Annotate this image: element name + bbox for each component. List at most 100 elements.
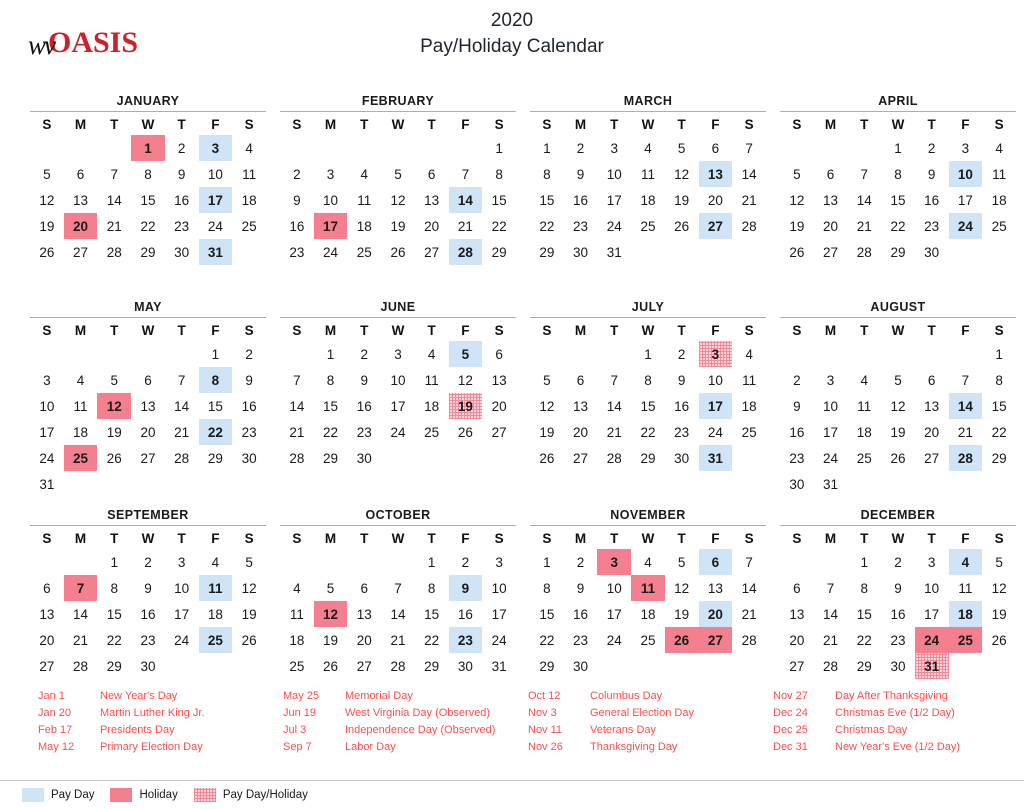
day-cell: 20 (140, 424, 156, 440)
weekday-header: T (677, 530, 686, 546)
day-cell: 9 (677, 372, 686, 388)
day-cell: 10 (39, 398, 55, 414)
day-cell: 8 (427, 580, 436, 596)
day-cell: 3 (610, 140, 619, 156)
day-cell: 10 (390, 372, 406, 388)
day-cell-empty (699, 239, 733, 265)
holiday-list-item: Jan 20 Martin Luther King Jr. (38, 705, 271, 722)
day-cell: 20 (823, 218, 839, 234)
day-cell: 13 (73, 192, 89, 208)
day-cell: 13 (823, 192, 839, 208)
day-cell: 26 (241, 632, 257, 648)
month-title: NOVEMBER (530, 508, 766, 526)
day-cell: 19 (390, 218, 406, 234)
weekday-header: T (110, 116, 119, 132)
day-cell-empty (949, 471, 983, 497)
day-cell-empty (814, 549, 848, 575)
day-cell-empty (780, 135, 814, 161)
day-cell: 31 (606, 244, 622, 260)
day-cell: 25 (856, 450, 872, 466)
weekday-header: T (860, 530, 869, 546)
weekday-header: F (961, 116, 970, 132)
day-cell: 27 (924, 450, 940, 466)
day-cell: 11 (631, 575, 665, 601)
day-cell: 24 (174, 632, 190, 648)
weekday-header: S (494, 530, 504, 546)
weekday-header-row: SMTWTFS (780, 319, 1016, 341)
day-cell: 29 (856, 658, 872, 674)
day-cell: 30 (457, 658, 473, 674)
holiday-date: Nov 3 (528, 707, 557, 719)
day-cell: 14 (448, 187, 483, 213)
day-cell: 1 (995, 346, 1003, 362)
day-cell: 20 (698, 601, 733, 627)
day-cell: 10 (207, 166, 223, 182)
day-cell: 14 (823, 606, 839, 622)
day-cell: 27 (698, 627, 733, 653)
day-cell: 14 (106, 192, 122, 208)
day-cell: 2 (793, 372, 801, 388)
day-cell: 19 (241, 606, 257, 622)
holiday-name: Presidents Day (100, 724, 175, 736)
day-cell: 1 (110, 554, 119, 570)
day-cell: 3 (495, 554, 503, 570)
day-cell: 24 (39, 450, 55, 466)
day-cell: 25 (424, 424, 440, 440)
holiday-date: Dec 25 (773, 724, 808, 736)
day-cell: 31 (39, 476, 55, 492)
holiday-date: Dec 24 (773, 707, 808, 719)
day-cell: 27 (823, 244, 839, 260)
day-cell-empty (665, 239, 699, 265)
day-cell-empty (165, 471, 199, 497)
month-table: SMTWTFS 1 2 3 4 5 6 7 8 9 10 11 12 13 14 15 16 17 18 19 20 2… (780, 113, 1016, 265)
day-cell: 11 (857, 398, 872, 414)
day-cell-empty (732, 239, 766, 265)
day-cell: 21 (741, 192, 757, 208)
day-cell: 15 (539, 606, 555, 622)
day-cell: 9 (177, 166, 186, 182)
day-cell: 17 (491, 606, 507, 622)
day-cell: 20 (491, 398, 507, 414)
day-cell: 19 (539, 424, 555, 440)
day-cell: 21 (823, 632, 839, 648)
weekday-header: T (927, 322, 936, 338)
day-cell: 9 (576, 580, 585, 596)
weekday-header: M (824, 322, 837, 338)
day-cell: 6 (144, 372, 152, 388)
month-title: APRIL (780, 94, 1016, 112)
week-row: 12 13 14 15 16 17 18 (780, 187, 1016, 213)
holiday-name: Thanksgiving Day (590, 741, 678, 753)
holiday-list-item: Jan 1 New Year's Day (38, 688, 271, 705)
holiday-list-item: Nov 11 Veterans Day (528, 722, 761, 739)
weekday-header-row: SMTWTFS (280, 113, 516, 135)
day-cell: 27 (39, 658, 55, 674)
day-cell-empty (564, 341, 598, 367)
day-cell: 18 (73, 424, 89, 440)
day-cell: 19 (674, 192, 690, 208)
day-cell-empty (314, 549, 348, 575)
week-row: 1 2 3 4 5 (30, 549, 266, 575)
holiday-list-column: May 25 Memorial Day Jun 19 West Virginia Da… (271, 688, 516, 756)
day-cell: 19 (789, 218, 805, 234)
day-cell: 9 (576, 166, 585, 182)
week-row: 5 6 7 8 9 10 11 (530, 367, 766, 393)
day-cell: 14 (948, 393, 983, 419)
month-title: JUNE (280, 300, 516, 318)
holiday-date: Nov 11 (528, 724, 563, 736)
title-year: 2020 (490, 10, 534, 31)
day-cell: 4 (293, 580, 301, 596)
weekday-header: S (744, 530, 754, 546)
day-cell: 7 (745, 140, 753, 156)
weekday-header: S (292, 530, 302, 546)
day-cell-empty (280, 135, 314, 161)
weekday-header: M (74, 322, 87, 338)
day-cell: 11 (992, 166, 1007, 182)
day-cell: 1 (211, 346, 220, 362)
day-cell: 24 (606, 218, 622, 234)
day-cell: 28 (856, 244, 872, 260)
day-cell-empty (30, 135, 64, 161)
day-cell: 1 (543, 140, 551, 156)
day-cell: 6 (76, 166, 85, 182)
legend-item: Holiday (110, 788, 178, 802)
day-cell: 3 (177, 554, 186, 570)
